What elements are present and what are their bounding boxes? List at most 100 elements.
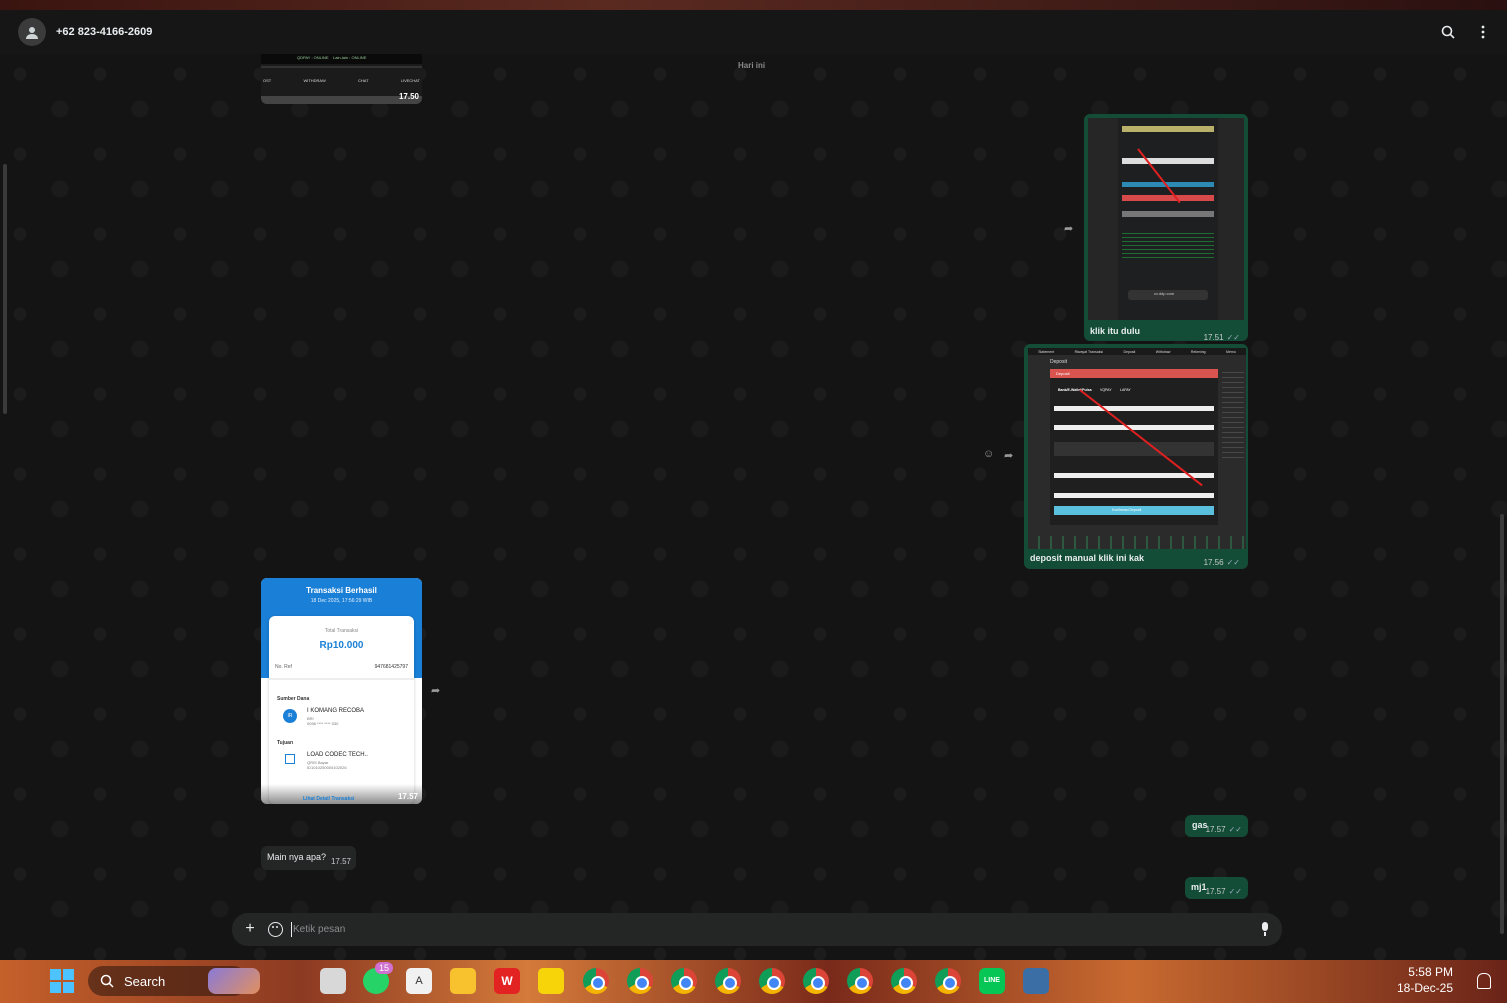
message-time: 17.50 [398,92,419,101]
system-clock[interactable]: 5:58 PM 18-Dec-25 [1397,964,1453,996]
read-receipt-icon: ✓✓ [1228,825,1242,834]
image-message-outgoing[interactable]: Statement Riwayat Transaksi Deposit With… [1024,344,1248,569]
windows-taskbar: Search 15 A W LINE 5:58 PM 18-Dec-25 [0,960,1507,1003]
task-view-icon[interactable] [320,968,346,994]
image-button-label: Konfirmasi Deposit [1112,508,1142,512]
chrome-profile-icon[interactable] [891,968,917,994]
message-input[interactable]: Ketik pesan [293,924,345,935]
inbox-app-icon[interactable] [1023,968,1049,994]
ref-value: 947681425797 [374,664,408,670]
image-title: Deposit [1050,359,1067,365]
attach-plus-icon[interactable]: + [242,921,258,937]
chat-scrollbar[interactable] [1500,514,1504,934]
notification-bell-icon[interactable] [1477,973,1491,989]
chrome-profile-icon[interactable] [847,968,873,994]
image-method: Bank/E-Wallet/Pulsa [1058,388,1092,392]
clock-date: 18-Dec-25 [1396,981,1453,995]
contact-name[interactable]: +62 823-4166-2609 [56,26,152,38]
chrome-profile-icon[interactable] [759,968,785,994]
source-label: Sumber Dana [277,696,310,702]
message-text: Main nya apa? [267,852,327,862]
image-nav-label: WITHDRAW [303,78,326,83]
image-tab: Deposit [1123,349,1136,354]
image-method: LAPAY [1120,388,1131,392]
forward-icon[interactable]: ➦ [1064,222,1078,236]
image-nav-label: LIVECHAT [400,78,420,83]
search-label: Search [124,973,166,989]
message-time: 17.57 ✓✓ [1205,887,1242,896]
more-options-icon[interactable] [1473,22,1493,42]
message-caption: klik itu dulu [1090,326,1141,336]
message-composer[interactable]: + Ketik pesan [232,913,1282,946]
message-text: mj1 [1191,882,1207,892]
wps-office-icon[interactable]: W [494,968,520,994]
emoji-react-icon[interactable]: ☺ [983,448,997,462]
chrome-profile-icon[interactable] [627,968,653,994]
start-windows-icon[interactable] [50,969,74,993]
sticky-notes-icon[interactable] [538,968,564,994]
chrome-profile-icon[interactable] [583,968,609,994]
image-tab: Statement [1038,349,1055,354]
source-account: 0096 **** **** 530 [307,721,339,726]
message-time: 17.51 ✓✓ [1203,333,1240,342]
receipt-date: 18 Dec 2025, 17:56:29 WIB [310,598,373,604]
text-message-outgoing[interactable]: gas 17.57 ✓✓ [1185,815,1248,837]
image-tab: Riwayat Transaksi [1074,349,1104,354]
forward-icon[interactable]: ➦ [431,684,445,698]
message-caption: deposit manual klik ini kak [1030,553,1145,563]
contact-avatar[interactable] [18,18,46,46]
whatsapp-window: +62 823-4166-2609 QDPAY : ONLINE Lain-la… [0,10,1507,960]
message-image[interactable]: cv.ddp.com [1088,118,1244,320]
chrome-profile-icon[interactable] [803,968,829,994]
microphone-icon[interactable] [1260,922,1270,937]
read-receipt-icon: ✓✓ [1226,558,1240,567]
notepad-icon[interactable]: A [406,968,432,994]
chat-header[interactable]: +62 823-4166-2609 [0,10,1507,54]
message-time: 17.56 ✓✓ [1203,558,1240,567]
message-image[interactable]: Statement Riwayat Transaksi Deposit With… [1028,348,1246,549]
text-message-incoming[interactable]: Main nya apa? 17.57 [261,846,356,870]
search-icon[interactable] [1438,22,1458,42]
detail-link: Lihat Detail Transaksi [303,796,355,802]
image-nav-label: CHAT [357,78,369,83]
image-message-outgoing[interactable]: cv.ddp.com klik itu dulu 17.51 ✓✓ [1084,114,1248,342]
image-message-partial[interactable]: QDPAY : ONLINE Lain-lain : ONLINE OST WI… [261,54,422,104]
total-label: Total Transaksi [324,628,359,634]
chrome-profile-icon[interactable] [715,968,741,994]
image-url-text: cv.ddp.com [1154,291,1175,296]
file-explorer-icon[interactable] [450,968,476,994]
chat-area[interactable]: QDPAY : ONLINE Lain-lain : ONLINE OST WI… [0,54,1507,960]
image-tab: Withdraw [1155,349,1171,354]
image-tab: Rekening [1190,349,1206,354]
image-status-text: QDPAY : ONLINE Lain-lain : ONLINE [297,55,367,60]
qris-icon [285,754,295,764]
bank-avatar: IR [283,709,297,723]
forward-icon[interactable]: ➦ [1004,449,1018,463]
receipt-title: Transaksi Berhasil [306,586,377,595]
day-separator: Hari ini [738,61,766,70]
image-panel-title: Deposit [1056,371,1070,376]
image-nav-label: OST [263,78,272,83]
search-highlight-icon [208,968,260,994]
dest-name: LOAD CODEC TECH.. [307,752,368,758]
sticker-icon[interactable] [268,922,283,937]
whatsapp-icon[interactable]: 15 [363,962,394,994]
window-top-strip [0,0,1507,10]
read-receipt-icon: ✓✓ [1226,333,1240,342]
left-scrollbar[interactable] [3,164,7,414]
text-caret [291,922,292,937]
default-avatar-icon [26,27,38,39]
text-message-outgoing[interactable]: mj1 17.57 ✓✓ [1185,877,1248,899]
clock-time: 5:58 PM [1408,965,1453,979]
message-time: 17.57 [330,857,351,866]
image-message-incoming[interactable]: Transaksi Berhasil 18 Dec 2025, 17:56:29… [261,578,422,804]
notification-badge: 15 [375,962,394,974]
chrome-profile-icon[interactable] [671,968,697,994]
taskbar-search[interactable]: Search [88,966,260,996]
dest-id: ID1010250000102026 [307,765,347,770]
message-time: 17.57 ✓✓ [1205,825,1242,834]
source-name: I KOMANG RECOBA [307,708,365,714]
line-app-icon[interactable]: LINE [979,968,1005,994]
chrome-profile-icon[interactable] [935,968,961,994]
message-time: 17.57 [397,792,418,801]
